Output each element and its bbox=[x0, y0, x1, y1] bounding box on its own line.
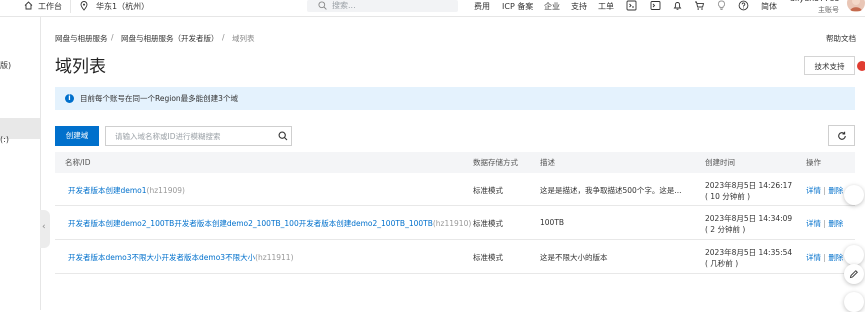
help-icon[interactable] bbox=[738, 0, 750, 12]
sidebar-item-partial[interactable]: 版) bbox=[0, 60, 11, 71]
help-doc-link[interactable]: 帮助文档 bbox=[826, 33, 856, 44]
domain-name-link[interactable]: 开发者版本创建demo2_100TB开发者版本创建demo2_100TB_100… bbox=[68, 219, 433, 228]
nav-enterprise[interactable]: 企业 bbox=[544, 0, 560, 16]
column-storage: 数据存储方式 bbox=[473, 158, 518, 167]
row-actions: 详情 | 删除 bbox=[806, 218, 843, 229]
column-description: 描述 bbox=[540, 158, 555, 167]
row-actions: 详情 | 删除 bbox=[806, 252, 843, 263]
nav-billing[interactable]: 费用 bbox=[474, 0, 490, 16]
top-navigation-bar: 工作台 华东1（杭州） 搜索... 费用 ICP 备案 企业 支持 工单 简体 … bbox=[0, 0, 865, 17]
delete-link[interactable]: 删除 bbox=[828, 186, 843, 195]
storage-mode: 标准模式 bbox=[473, 253, 503, 262]
table-row: 开发者版本创建demo1(hz11909) 标准模式 这是是描述，我争取描述50… bbox=[55, 173, 855, 206]
column-name-id: 名称/ID bbox=[65, 158, 91, 167]
row-actions: 详情 | 删除 bbox=[806, 185, 843, 196]
edit-button[interactable] bbox=[844, 264, 864, 284]
search-placeholder: 搜索... bbox=[332, 1, 356, 10]
bell-icon[interactable] bbox=[672, 0, 684, 12]
location-pin-icon bbox=[80, 1, 88, 15]
info-icon: i bbox=[65, 94, 74, 103]
pencil-icon bbox=[849, 269, 859, 281]
nav-icp[interactable]: ICP 备案 bbox=[502, 0, 533, 16]
storage-mode: 标准模式 bbox=[473, 219, 503, 228]
floating-button[interactable] bbox=[844, 185, 864, 205]
language-switch[interactable]: 简体 bbox=[761, 0, 777, 16]
action-separator: | bbox=[823, 219, 826, 228]
refresh-button[interactable] bbox=[828, 125, 855, 146]
domain-id: (hz11911) bbox=[255, 253, 294, 262]
info-notice: i 目前每个账号在同一个Region最多能创建3个域 bbox=[55, 87, 855, 110]
region-label: 华东1（杭州） bbox=[96, 2, 150, 11]
delete-link[interactable]: 删除 bbox=[828, 219, 843, 228]
user-role: 主账号 bbox=[818, 6, 839, 14]
domain-search-input[interactable] bbox=[106, 127, 280, 145]
tech-support-button[interactable]: 技术支持 bbox=[804, 56, 855, 75]
table-row: 开发者版本创建demo2_100TB开发者版本创建demo2_100TB_100… bbox=[55, 206, 855, 240]
breadcrumb-current: 域列表 bbox=[232, 34, 255, 43]
detail-link[interactable]: 详情 bbox=[806, 253, 821, 262]
column-actions: 操作 bbox=[806, 158, 821, 167]
cart-icon[interactable] bbox=[694, 0, 706, 12]
relative-time: ( 2 分钟前 ) bbox=[705, 225, 746, 234]
detail-link[interactable]: 详情 bbox=[806, 219, 821, 228]
breadcrumb-separator: / bbox=[111, 33, 114, 42]
sidebar-item-partial-2[interactable]: (:) bbox=[0, 135, 9, 144]
avatar[interactable] bbox=[847, 0, 865, 12]
notification-badge[interactable] bbox=[857, 61, 865, 71]
relative-time: ( 几秒前 ) bbox=[705, 259, 739, 268]
action-separator: | bbox=[823, 186, 826, 195]
description: 这是不限大小的版本 bbox=[540, 253, 608, 262]
terminal-icon[interactable] bbox=[650, 0, 662, 12]
domain-name-link[interactable]: 开发者版本创建demo1 bbox=[68, 186, 147, 195]
breadcrumb-separator: / bbox=[222, 33, 225, 42]
domain-id: (hz11909) bbox=[146, 186, 185, 195]
code-icon[interactable] bbox=[626, 0, 638, 12]
sidebar-collapse-handle[interactable]: ‹ bbox=[40, 210, 50, 248]
domain-name-cell: 开发者版本创建demo1(hz11909) bbox=[68, 185, 185, 196]
domain-name-cell: 开发者版本demo3不限大小开发者版本demo3不限大小(hz11911) bbox=[68, 252, 294, 263]
workbench-label: 工作台 bbox=[38, 2, 62, 11]
domain-name-link[interactable]: 开发者版本demo3不限大小开发者版本demo3不限大小 bbox=[68, 253, 255, 262]
search-icon[interactable] bbox=[278, 131, 288, 143]
region-selector[interactable]: 华东1（杭州） bbox=[80, 0, 149, 16]
notice-text: 目前每个账号在同一个Region最多能创建3个域 bbox=[80, 94, 238, 103]
delete-link[interactable]: 删除 bbox=[828, 253, 843, 262]
description: 这是是描述，我争取描述500个字。这是... bbox=[540, 186, 682, 195]
chevron-left-icon: ‹ bbox=[42, 222, 46, 232]
nav-support[interactable]: 支持 bbox=[571, 0, 587, 16]
domain-id: (hz11910) bbox=[432, 219, 472, 228]
nav-ticket[interactable]: 工单 bbox=[598, 0, 614, 16]
global-search-input[interactable]: 搜索... bbox=[307, 0, 458, 12]
workbench-link[interactable]: 工作台 bbox=[24, 0, 62, 16]
created-time: 2023年8月5日 14:35:54 bbox=[705, 248, 793, 257]
table-row: 开发者版本demo3不限大小开发者版本demo3不限大小(hz11911) 标准… bbox=[55, 240, 855, 274]
created-time: 2023年8月5日 14:26:17 bbox=[705, 181, 793, 190]
detail-link[interactable]: 详情 bbox=[806, 186, 821, 195]
domain-name-cell: 开发者版本创建demo2_100TB开发者版本创建demo2_100TB_100… bbox=[68, 218, 471, 229]
created-time: 2023年8月5日 14:34:09 bbox=[705, 214, 793, 223]
create-domain-button[interactable]: 创建域 bbox=[55, 126, 99, 146]
floating-button[interactable] bbox=[844, 245, 864, 265]
refresh-icon bbox=[837, 131, 847, 143]
search-icon bbox=[318, 1, 327, 12]
storage-mode: 标准模式 bbox=[473, 186, 503, 195]
description: 100TB bbox=[540, 218, 565, 227]
breadcrumb-item-1[interactable]: 网盘与相册服务 bbox=[55, 33, 108, 44]
page-title: 域列表 bbox=[55, 57, 106, 77]
lightbulb-icon[interactable] bbox=[716, 0, 728, 12]
domain-search-field bbox=[105, 126, 292, 146]
floating-button[interactable] bbox=[844, 292, 864, 312]
breadcrumb-item-2[interactable]: 网盘与相册服务（开发者版） bbox=[121, 33, 219, 44]
home-icon bbox=[24, 1, 33, 14]
column-created-time: 创建时间 bbox=[705, 158, 735, 167]
divider bbox=[70, 0, 71, 13]
relative-time: ( 10 分钟前 ) bbox=[705, 192, 751, 201]
table-header: 名称/ID 数据存储方式 描述 创建时间 操作 bbox=[55, 152, 855, 173]
action-separator: | bbox=[823, 253, 826, 262]
sidebar: 版) (:) bbox=[0, 17, 41, 310]
